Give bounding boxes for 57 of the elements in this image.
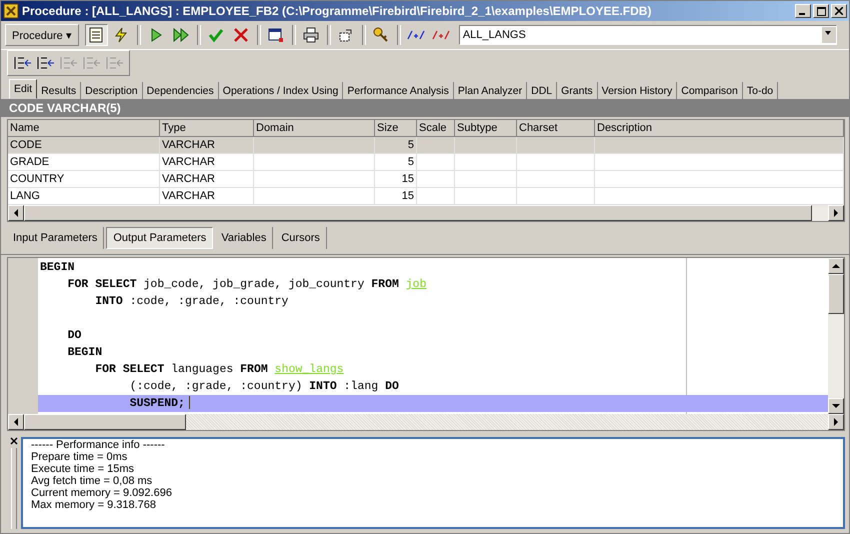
table-cell: COUNTRY — [10, 173, 64, 185]
table-cell: 15 — [402, 173, 414, 185]
performance-info-line: Avg fetch time = 0,08 ms — [31, 475, 154, 487]
field-header: CODE VARCHAR(5) — [1, 99, 849, 117]
code-line: BEGIN — [39, 260, 76, 276]
sub-tab[interactable]: Cursors — [275, 227, 327, 249]
maximize-icon[interactable] — [816, 6, 826, 16]
code-line: FOR SELECT job_code, job_grade, job_country FROM job — [66, 277, 428, 293]
close-button[interactable] — [831, 4, 847, 18]
close-icon[interactable] — [835, 7, 843, 15]
table-cell: GRADE — [10, 156, 50, 168]
scroll-left-icon[interactable] — [8, 414, 24, 430]
code-line: FOR SELECT languages FROM show_langs — [94, 362, 345, 378]
code-line: INTO :code, :grade, :country — [94, 294, 290, 310]
tab[interactable]: Edit — [9, 79, 38, 99]
performance-info-line: Max memory = 9.318.768 — [31, 499, 158, 511]
table-cell: VARCHAR — [162, 190, 215, 202]
table-cell: VARCHAR — [162, 156, 215, 168]
performance-info-line: Current memory = 9.092.696 — [31, 487, 173, 499]
code-line: DO — [66, 328, 82, 344]
table-row[interactable]: CODE VARCHAR 5 — [8, 137, 844, 154]
maximize-button[interactable] — [813, 4, 829, 18]
dropdown-caret-icon[interactable] — [822, 27, 836, 43]
scroll-thumb[interactable] — [24, 414, 186, 430]
window-title: Procedure : [ALL_LANGS] : EMPLOYEE_FB2 (C:\Programme\Firebird\Firebird_2_1\examples\EMPLOYEE.FDB) — [22, 4, 652, 18]
table-cell: 15 — [402, 190, 414, 202]
sub-tab[interactable]: Output Parameters — [106, 227, 214, 249]
scroll-down-icon[interactable] — [828, 398, 844, 414]
table-cell: VARCHAR — [162, 173, 215, 185]
table-row[interactable]: GRADE VARCHAR 5 — [8, 154, 844, 171]
sub-tab[interactable]: Variables — [215, 227, 274, 249]
scroll-up-icon[interactable] — [828, 258, 844, 274]
minimize-button[interactable] — [795, 4, 811, 18]
vertical-scrollbar[interactable] — [828, 258, 844, 414]
close-icon[interactable] — [10, 437, 18, 445]
table-row[interactable]: COUNTRY VARCHAR 15 — [8, 171, 844, 188]
table-cell: 5 — [408, 156, 414, 168]
code-line: BEGIN — [66, 345, 104, 361]
table-cell: CODE — [10, 139, 42, 151]
code-line: (:code, :grade, :country) INTO :lang DO — [128, 379, 400, 395]
table-cell: 5 — [408, 139, 414, 151]
performance-info-line: Prepare time = 0ms — [31, 451, 128, 463]
scroll-right-icon[interactable] — [828, 414, 844, 430]
scroll-thumb[interactable] — [828, 274, 844, 314]
app-icon — [3, 3, 19, 19]
performance-info-line: Execute time = 15ms — [31, 463, 136, 475]
scroll-left-icon[interactable] — [8, 205, 24, 221]
object-name-dropdown[interactable]: ALL_LANGS — [458, 25, 837, 45]
sub-tab[interactable]: Input Parameters — [7, 227, 104, 249]
table-cell: VARCHAR — [162, 139, 215, 151]
procedure-menu-button[interactable]: Procedure ▾ — [5, 24, 79, 46]
table-cell: LANG — [10, 190, 40, 202]
editor-horizontal-scrollbar[interactable] — [8, 414, 844, 430]
grid-icon[interactable] — [84, 24, 108, 46]
performance-info-line: ------ Performance info ------ — [31, 439, 166, 451]
scroll-right-icon[interactable] — [828, 205, 844, 221]
code-editor[interactable]: BEGIN FOR SELECT job_code, job_grade, job_country FROM job INTO :code, :grade, :country DO BEGIN FOR SELECT languages FROM show_langs (:code, :grade, :country) INTO :lang DO SUSPEND; — [7, 257, 845, 431]
